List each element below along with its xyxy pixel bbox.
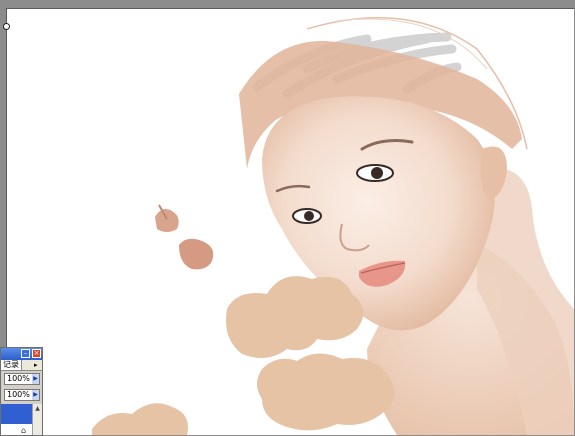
selected-layer[interactable] xyxy=(1,404,32,424)
flow-field[interactable]: 100% ▶ xyxy=(4,389,40,401)
minimize-icon[interactable]: – xyxy=(21,349,30,358)
application-window: – × 记录 ▸ 100% ▶ 100% ▶ ▲ ⌂ xyxy=(0,0,575,436)
painting xyxy=(92,17,574,435)
paint-blobs xyxy=(92,276,395,435)
flow-value: 100% xyxy=(7,390,30,399)
tab-menu-arrow-icon[interactable]: ▸ xyxy=(34,360,38,370)
panel-titlebar[interactable]: – × xyxy=(1,348,42,360)
arrow-right-icon[interactable]: ▶ xyxy=(32,374,39,384)
lock-icon: ⌂ xyxy=(21,426,27,435)
small-blob-1 xyxy=(179,238,214,270)
layer-list: ▲ ⌂ xyxy=(1,404,42,435)
history-panel[interactable]: – × 记录 ▸ 100% ▶ 100% ▶ ▲ ⌂ xyxy=(0,347,43,436)
layer-scrollbar[interactable]: ▲ xyxy=(32,404,42,435)
drawing-canvas[interactable] xyxy=(6,8,574,435)
panel-tabs: 记录 ▸ xyxy=(1,360,42,371)
arrow-right-icon[interactable]: ▶ xyxy=(32,390,39,400)
opacity-field[interactable]: 100% ▶ xyxy=(4,373,40,385)
brush-cursor xyxy=(3,23,10,30)
close-icon[interactable]: × xyxy=(32,349,41,358)
small-blob-2 xyxy=(155,209,179,232)
tab-history[interactable]: 记录 xyxy=(1,360,22,370)
opacity-value: 100% xyxy=(7,374,30,383)
